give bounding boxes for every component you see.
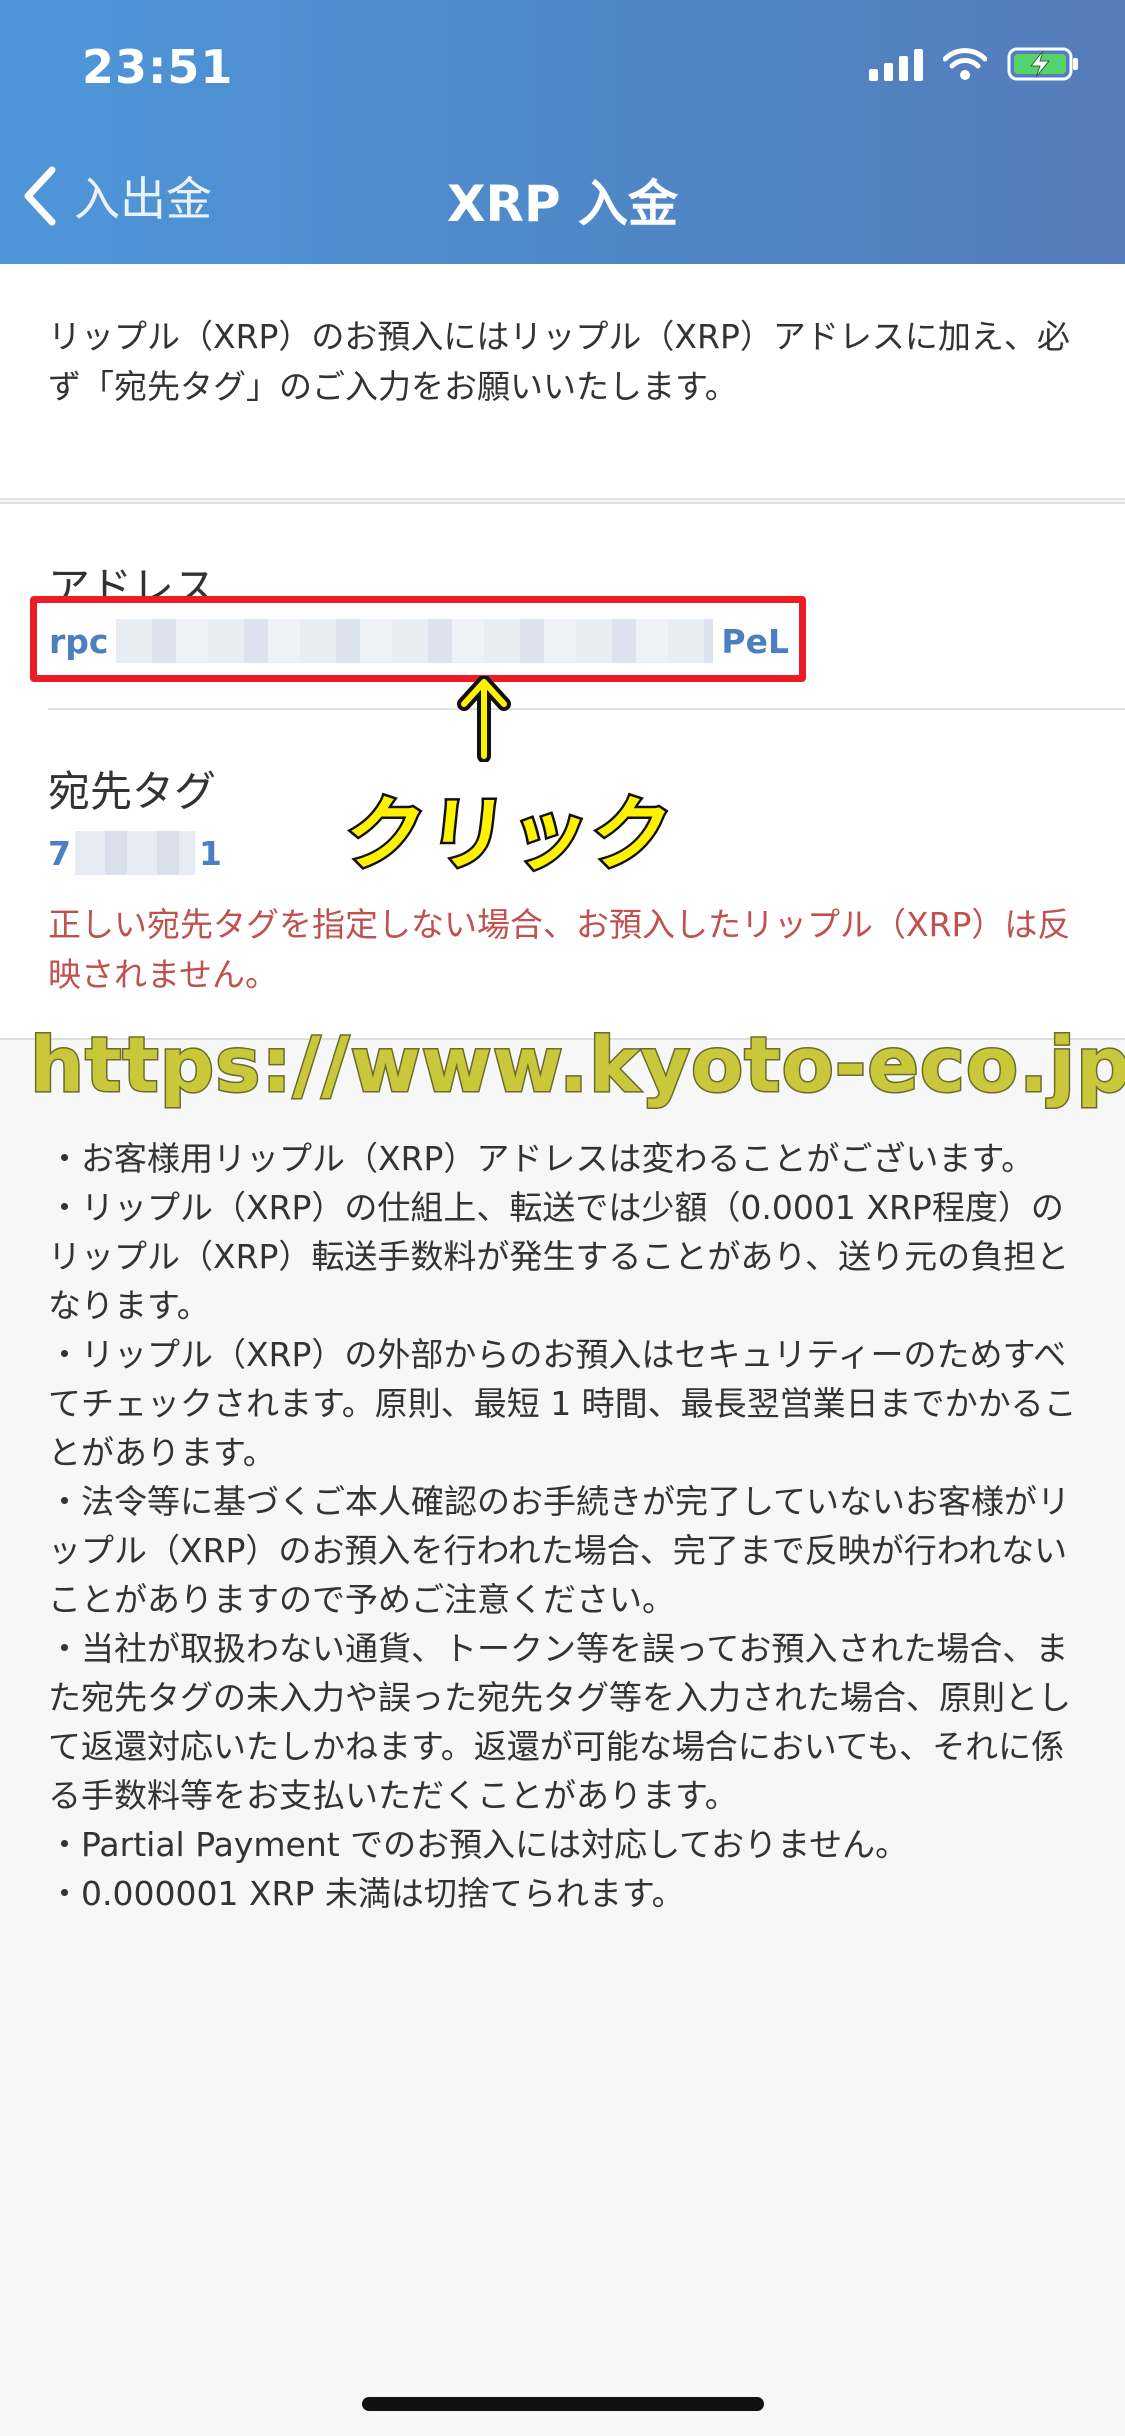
signal-icon [869, 47, 923, 81]
tag-suffix: 1 [198, 833, 222, 873]
address-prefix: rpc [49, 621, 109, 661]
status-time: 23:51 [82, 40, 234, 94]
wifi-icon [943, 47, 987, 81]
note-item: ・お客様用リップル（XRP）アドレスは変わることがございます。 [48, 1139, 1035, 1178]
note-item: ・リップル（XRP）の外部からのお預入はセキュリティーのためすべてチェックされま… [48, 1335, 1077, 1472]
watermark: https://www.kyoto-eco.jp/ [29, 1019, 1125, 1111]
tag-redacted [74, 831, 195, 875]
note-item: ・法令等に基づくご本人確認のお手続きが完了していないお客様がリップル（XRP）の… [48, 1482, 1071, 1619]
note-item: ・0.000001 XRP 未満は切捨てられます。 [48, 1874, 685, 1913]
address-redacted [116, 619, 714, 663]
address-suffix: PeL [721, 621, 789, 661]
intro-text: リップル（XRP）のお預入にはリップル（XRP）アドレスに加え、必ず「宛先タグ」… [48, 317, 1070, 406]
page-title: XRP 入金 [446, 175, 679, 233]
destination-tag-label: 宛先タグ [48, 767, 217, 816]
address-value[interactable]: rpc PeL [49, 617, 789, 665]
note-item: ・Partial Payment でのお預入には対応しておりません。 [48, 1825, 909, 1864]
destination-tag-warning: 正しい宛先タグを指定しない場合、お預入したリップル（XRP）は反映されません。 [48, 905, 1071, 994]
battery-charging-icon [1007, 46, 1081, 82]
divider [48, 708, 1125, 710]
address-value-highlight[interactable]: rpc PeL [30, 596, 806, 682]
arrow-up-icon [456, 675, 512, 766]
click-annotation: クリック [338, 786, 681, 884]
home-indicator[interactable] [362, 2397, 764, 2411]
screen: 23:51 入出金 XRP 入金 リップル（XRP）のお預入にはリップル（XRP… [0, 0, 1125, 2436]
note-item: ・リップル（XRP）の仕組上、転送では少額（0.0001 XRP程度）のリップル… [48, 1188, 1070, 1325]
note-item: ・当社が取扱わない通貨、トークン等を誤ってお預入された場合、また宛先タグの未入力… [48, 1629, 1071, 1815]
notes-list: ・お客様用リップル（XRP）アドレスは変わることがございます。 ・リップル（XR… [48, 1134, 1088, 1918]
tag-prefix: 7 [48, 833, 71, 873]
intro-section: リップル（XRP）のお預入にはリップル（XRP）アドレスに加え、必ず「宛先タグ」… [0, 264, 1125, 500]
header: 23:51 入出金 XRP 入金 [0, 0, 1125, 264]
status-icons [869, 46, 1081, 82]
destination-tag-value[interactable]: 7 1 [48, 828, 222, 878]
